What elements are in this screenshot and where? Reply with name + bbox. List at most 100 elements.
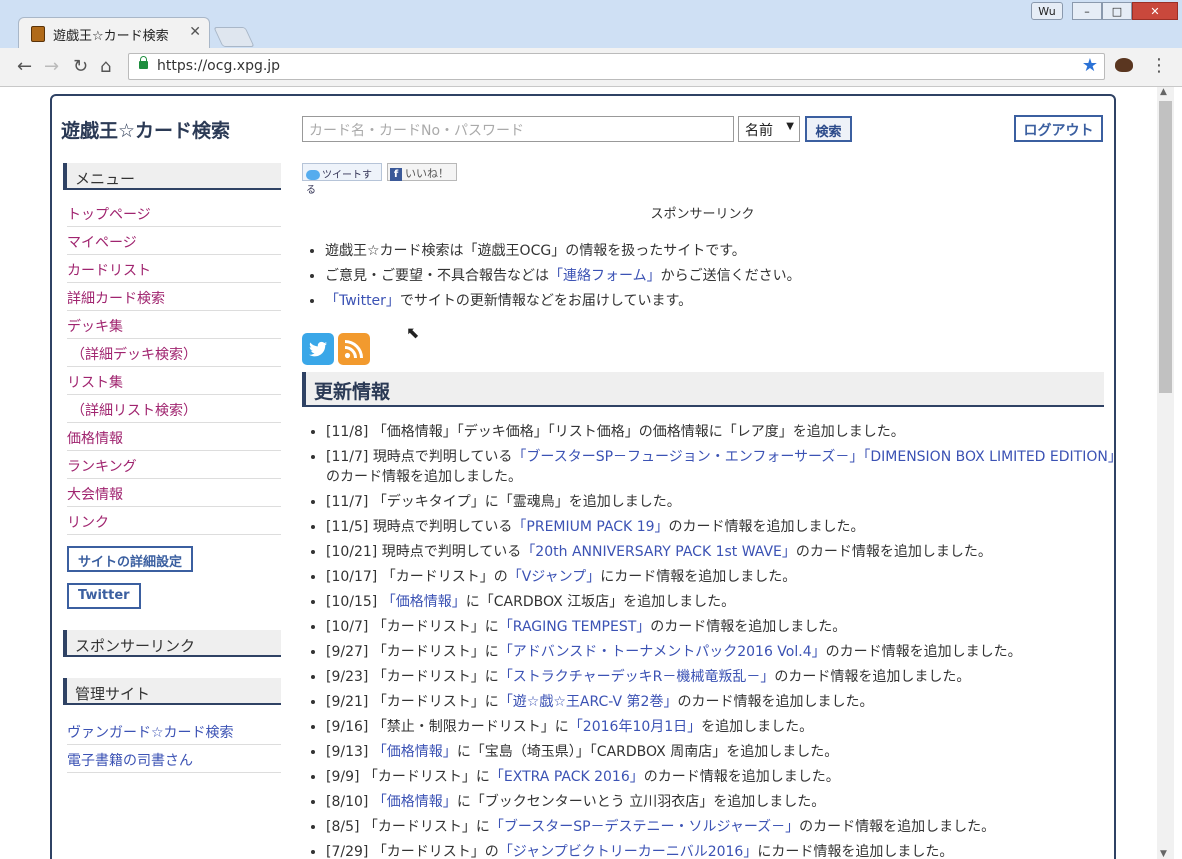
- update-link[interactable]: 「EXTRA PACK 2016」: [490, 769, 644, 785]
- update-link[interactable]: 「ストラクチャーデッキR－機械竜叛乱－」: [499, 669, 775, 685]
- browser-menu-icon[interactable]: ⋮: [1150, 55, 1168, 76]
- update-link[interactable]: 「価格情報」: [382, 594, 466, 610]
- page-scrollbar[interactable]: ▲ ▼: [1157, 87, 1174, 859]
- update-item: [10/7] 「カードリスト」に「RAGING TEMPEST」のカード情報を追…: [326, 617, 1126, 637]
- maximize-button[interactable]: □: [1102, 2, 1132, 20]
- update-item: [9/23] 「カードリスト」に「ストラクチャーデッキR－機械竜叛乱－」のカード…: [326, 667, 1126, 687]
- bookmark-star-icon[interactable]: ★: [1082, 55, 1098, 76]
- update-link[interactable]: 「ブースターSP－デステニー・ソルジャーズ－」: [490, 819, 799, 835]
- update-text: [9/16] 「禁止・制限カードリスト」に: [326, 719, 569, 735]
- update-item: [10/15] 「価格情報」に「CARDBOX 江坂店」を追加しました。: [326, 592, 1126, 612]
- site-title[interactable]: 遊戯王☆カード検索: [61, 116, 230, 143]
- update-text: に「ブックセンターいとう 立川羽衣店」を追加しました。: [456, 794, 826, 810]
- update-item: [9/27] 「カードリスト」に「アドバンスド・トーナメントパック2016 Vo…: [326, 642, 1126, 662]
- updates-list: [11/8] 「価格情報」「デッキ価格」「リスト価格」の価格情報に「レア度」を追…: [305, 422, 1126, 859]
- contact-form-link[interactable]: 「連絡フォーム」: [549, 268, 661, 284]
- sidebar-item-cardlist[interactable]: カードリスト: [67, 255, 281, 283]
- sidebar-item-links[interactable]: リンク: [67, 507, 281, 535]
- twitter-button[interactable]: Twitter: [67, 583, 141, 609]
- update-link[interactable]: 「遊☆戯☆王ARC-V 第2巻」: [499, 694, 678, 710]
- sidebar-item-ranking[interactable]: ランキング: [67, 451, 281, 479]
- update-link[interactable]: 「価格情報」: [373, 794, 457, 810]
- tab-title: 遊戯王☆カード検索: [53, 29, 169, 44]
- sidebar-item-mypage[interactable]: マイページ: [67, 227, 281, 255]
- mouse-cursor-icon: ⬉: [406, 323, 420, 342]
- facebook-icon: f: [390, 167, 402, 181]
- update-text: [9/21] 「カードリスト」に: [326, 694, 499, 710]
- tab-close-icon[interactable]: ✕: [189, 24, 201, 40]
- sidebar-item-top[interactable]: トップページ: [67, 199, 281, 227]
- twitter-link[interactable]: 「Twitter」: [325, 293, 400, 309]
- update-link[interactable]: 「ブースターSP－フュージョン・エンフォーサーズ－」「DIMENSION BOX…: [512, 449, 1121, 465]
- update-link[interactable]: 「RAGING TEMPEST」: [499, 619, 650, 635]
- extension-icon[interactable]: [1115, 58, 1133, 72]
- scroll-thumb[interactable]: [1159, 101, 1172, 393]
- update-link[interactable]: 「アドバンスド・トーナメントパック2016 Vol.4」: [499, 644, 826, 660]
- update-text: [8/10]: [326, 794, 373, 810]
- new-tab-button[interactable]: [213, 27, 255, 47]
- admin-link-ebook[interactable]: 電子書籍の司書さん: [67, 745, 281, 773]
- search-type-select[interactable]: 名前 ▼: [738, 116, 800, 142]
- home-icon[interactable]: ⌂: [100, 56, 111, 77]
- update-text: のカード情報を追加しました。: [677, 694, 874, 710]
- url-text[interactable]: https://ocg.xpg.jp: [157, 58, 280, 74]
- intro-item: ご意見・ご要望・不具合報告などは「連絡フォーム」からご送信ください。: [325, 265, 1125, 290]
- update-text: にカード情報を追加しました。: [757, 844, 954, 859]
- sidebar-item-deck-search[interactable]: （詳細デッキ検索）: [67, 339, 281, 367]
- sidebar-item-tournaments[interactable]: 大会情報: [67, 479, 281, 507]
- admin-link-vanguard[interactable]: ヴァンガード☆カード検索: [67, 717, 281, 745]
- update-link[interactable]: 「Vジャンプ」: [508, 569, 600, 585]
- facebook-like-button[interactable]: f いいね！: [387, 163, 457, 181]
- tweet-button[interactable]: ツイートする: [302, 163, 382, 196]
- twitter-bird-icon: [306, 170, 320, 180]
- intro-text: からご送信ください。: [660, 268, 801, 284]
- sidebar-item-decks[interactable]: デッキ集: [67, 311, 281, 339]
- logout-button[interactable]: ログアウト: [1014, 115, 1103, 142]
- sidebar-item-advanced-search[interactable]: 詳細カード検索: [67, 283, 281, 311]
- intro-text: 遊戯王☆カード検索は「遊戯王OCG」の情報を扱ったサイトです。: [325, 243, 746, 259]
- update-text: [11/7] 現時点で判明している: [326, 449, 513, 465]
- forward-icon[interactable]: →: [44, 56, 59, 77]
- update-item: [8/5] 「カードリスト」に「ブースターSP－デステニー・ソルジャーズ－」のカ…: [326, 817, 1126, 837]
- browser-tab[interactable]: 遊戯王☆カード検索 ✕: [18, 17, 210, 48]
- site-favicon-icon: [31, 26, 45, 42]
- update-text: [10/17] 「カードリスト」の: [326, 569, 508, 585]
- sidebar-item-list-search[interactable]: （詳細リスト検索）: [67, 395, 281, 423]
- update-text: [8/5] 「カードリスト」に: [326, 819, 490, 835]
- site-settings-button[interactable]: サイトの詳細設定: [67, 546, 194, 572]
- update-text: [10/15]: [326, 594, 382, 610]
- update-item: [11/8] 「価格情報」「デッキ価格」「リスト価格」の価格情報に「レア度」を追…: [326, 422, 1126, 442]
- back-icon[interactable]: ←: [17, 56, 32, 77]
- update-link[interactable]: 「ジャンプビクトリーカーニバル2016」: [499, 844, 758, 859]
- sidebar-item-lists[interactable]: リスト集: [67, 367, 281, 395]
- update-item: [9/13] 「価格情報」に「宝島（埼玉県）」「CARDBOX 周南店」を追加し…: [326, 742, 1126, 762]
- update-link[interactable]: 「価格情報」: [373, 744, 457, 760]
- intro-text: ご意見・ご要望・不具合報告などは: [325, 268, 549, 284]
- dropdown-arrow-icon: ▼: [786, 121, 794, 132]
- search-input[interactable]: カード名・カードNo・パスワード: [302, 116, 734, 142]
- sponsor-link-label: スポンサーリンク: [650, 207, 755, 222]
- lock-icon: [139, 56, 148, 69]
- update-link[interactable]: 「20th ANNIVERSARY PACK 1st WAVE」: [521, 544, 796, 560]
- minimize-button[interactable]: –: [1072, 2, 1102, 20]
- scroll-up-icon[interactable]: ▲: [1160, 87, 1167, 97]
- update-link[interactable]: 「2016年10月1日」: [569, 719, 701, 735]
- update-text: [11/5] 現時点で判明している: [326, 519, 513, 535]
- reload-icon[interactable]: ↻: [73, 56, 88, 77]
- update-text: に「宝島（埼玉県）」「CARDBOX 周南店」を追加しました。: [456, 744, 839, 760]
- scroll-down-icon[interactable]: ▼: [1160, 849, 1167, 859]
- update-text: のカード情報を追加しました。: [774, 669, 971, 685]
- rss-icon[interactable]: [338, 333, 370, 365]
- profile-badge[interactable]: Wu: [1031, 2, 1063, 20]
- update-link[interactable]: 「PREMIUM PACK 19」: [512, 519, 668, 535]
- search-button[interactable]: 検索: [805, 116, 852, 142]
- twitter-icon[interactable]: [302, 333, 334, 365]
- update-text: のカード情報を追加しました。: [668, 519, 865, 535]
- address-bar[interactable]: https://ocg.xpg.jp ★: [128, 53, 1105, 80]
- update-text: [9/13]: [326, 744, 373, 760]
- sidebar-item-prices[interactable]: 価格情報: [67, 423, 281, 451]
- update-text: [10/21] 現時点で判明している: [326, 544, 522, 560]
- update-text: [11/8] 「価格情報」「デッキ価格」「リスト価格」の価格情報に「レア度」を追…: [326, 424, 905, 440]
- close-window-button[interactable]: ✕: [1132, 2, 1178, 20]
- update-item: [10/21] 現時点で判明している「20th ANNIVERSARY PACK…: [326, 542, 1126, 562]
